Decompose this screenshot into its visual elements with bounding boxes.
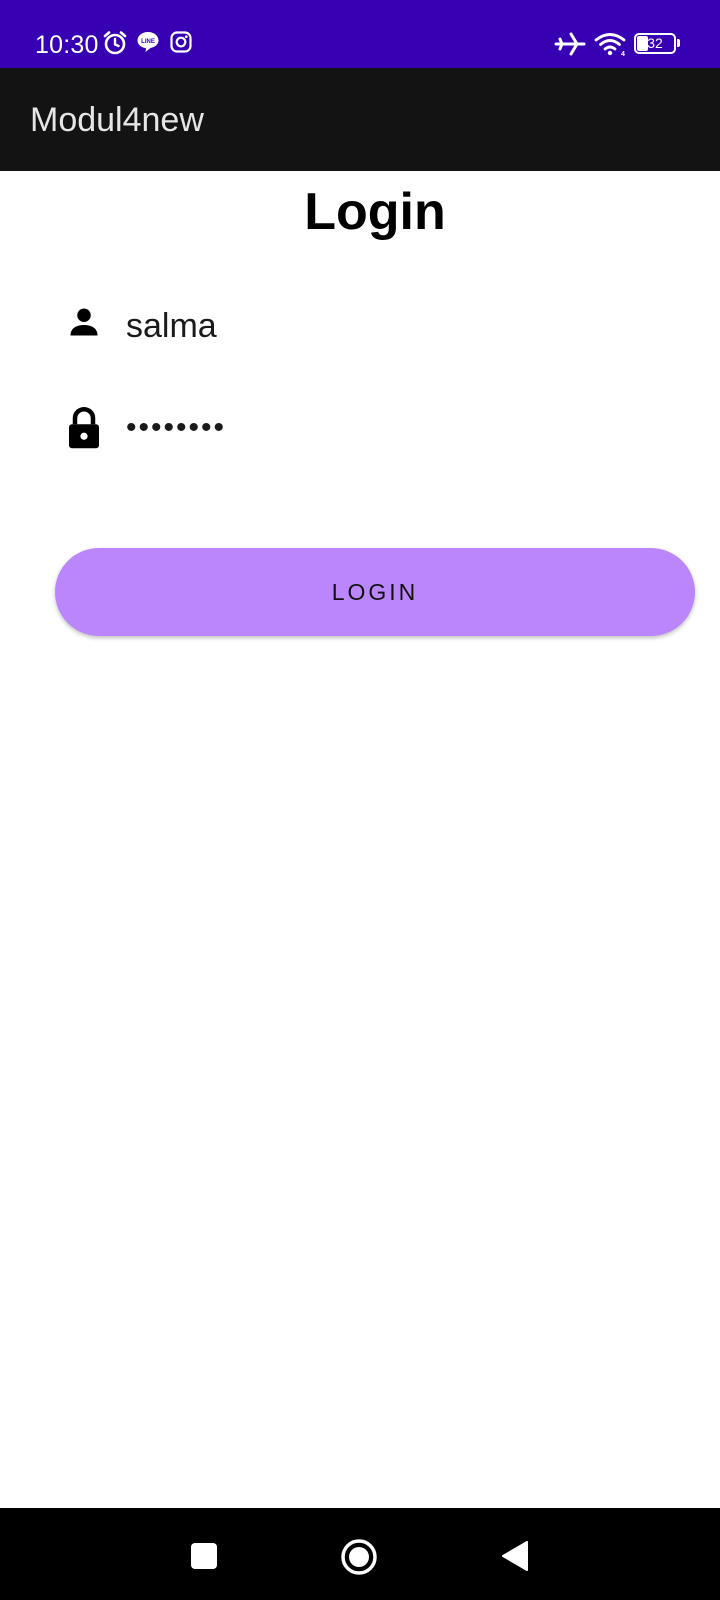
status-bar: 10:30 LINE 4 32: [0, 0, 720, 68]
password-row: [66, 398, 666, 458]
svg-text:4: 4: [621, 51, 625, 57]
instagram-icon: [170, 31, 192, 53]
username-row: [66, 296, 666, 356]
battery-icon: 32: [634, 33, 676, 54]
alarm-icon: [103, 31, 127, 55]
battery-tip: [677, 39, 680, 47]
username-input[interactable]: [126, 296, 666, 356]
home-circle-icon[interactable]: [340, 1538, 378, 1576]
password-input[interactable]: [126, 398, 666, 458]
app-title: Modul4new: [30, 101, 204, 139]
airplane-mode-icon: [554, 32, 586, 56]
line-app-icon: LINE: [137, 32, 159, 52]
navigation-bar: [0, 1508, 720, 1600]
lock-icon: [69, 407, 99, 449]
wifi-icon: 4: [594, 33, 626, 57]
person-icon: [70, 308, 98, 336]
login-heading: Login: [304, 183, 446, 241]
recents-square-icon[interactable]: [190, 1542, 218, 1570]
back-triangle-icon[interactable]: [501, 1540, 529, 1572]
app-bar: Modul4new: [0, 68, 720, 171]
login-button[interactable]: LOGIN: [55, 548, 695, 636]
battery-level: 32: [647, 35, 663, 51]
svg-text:LINE: LINE: [141, 39, 155, 45]
status-time: 10:30: [35, 31, 99, 59]
